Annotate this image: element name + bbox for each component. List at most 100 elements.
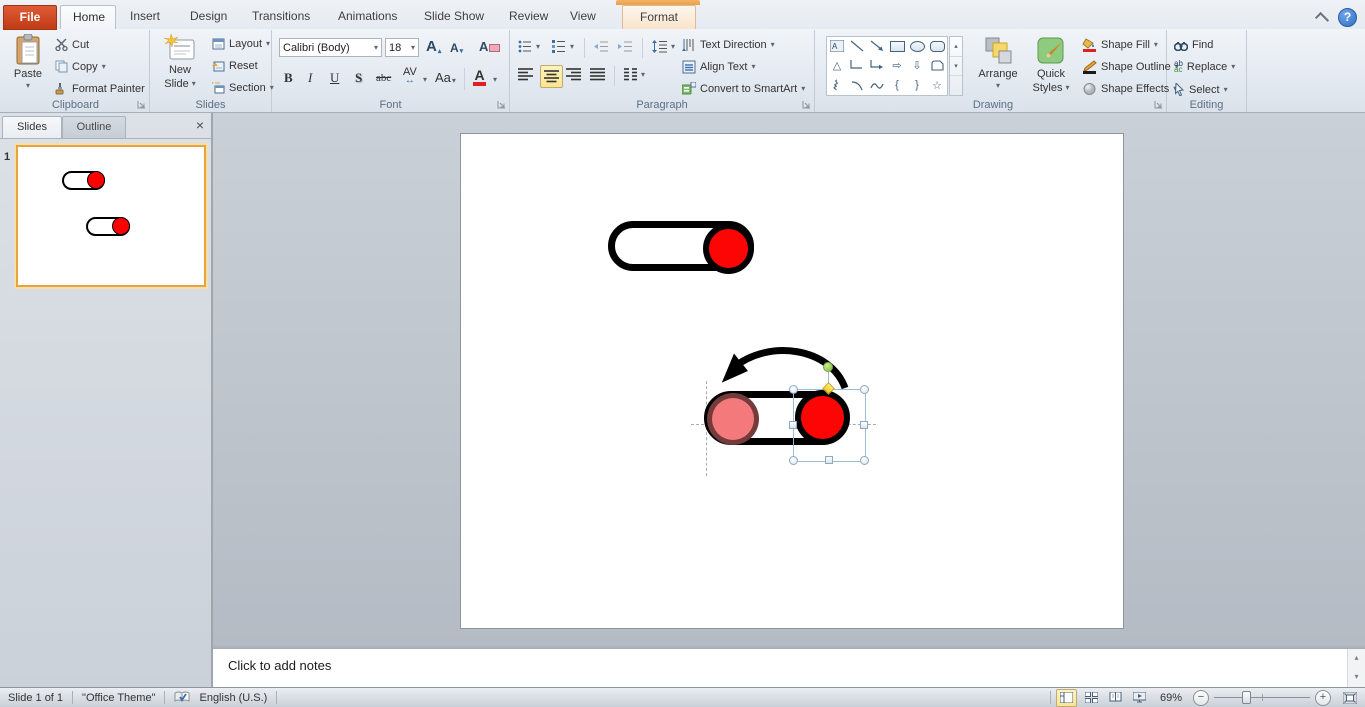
tab-slide-show[interactable]: Slide Show [412,5,496,28]
clipboard-dialog-launcher-icon[interactable] [136,99,147,110]
convert-smartart-button[interactable]: Convert to SmartArt ▾ [682,82,805,96]
zoom-slider-track[interactable] [1214,691,1310,704]
tab-home[interactable]: Home [60,5,116,29]
columns-button[interactable]: ▾ [623,68,645,81]
slide-thumbnail[interactable] [16,145,206,287]
close-panel-icon[interactable]: × [196,116,204,134]
shape-elbow-arrow-connector[interactable] [867,56,887,76]
copy-dropdown-icon[interactable]: ▾ [102,62,106,71]
shape-effects-button[interactable]: Shape Effects ▾ [1082,82,1177,96]
italic-button[interactable]: I [308,70,312,86]
zoom-in-icon[interactable]: + [1315,689,1331,706]
replace-dropdown-icon[interactable]: ▾ [1231,63,1235,71]
selection-handle-mid-right[interactable] [860,421,868,429]
selection-handle-mid-left[interactable] [789,421,797,429]
numbering-dropdown-icon[interactable]: ▾ [570,42,574,51]
format-painter-button[interactable]: Format Painter [55,82,145,95]
selection-handle-bottom-right[interactable] [860,456,869,465]
paragraph-dialog-launcher-icon[interactable] [801,99,812,110]
shape-down-arrow[interactable]: ⇩ [907,56,927,76]
shape-gallery-scroll-up-icon[interactable]: ▴ [950,37,962,57]
align-left-button[interactable] [518,68,533,81]
selection-handle-top-right[interactable] [860,385,869,394]
strikethrough-button[interactable]: abc [376,72,391,84]
layout-dropdown-icon[interactable]: ▾ [266,40,270,48]
notes-scroll-down-icon[interactable]: ▾ [1348,668,1365,687]
notes-placeholder[interactable]: Click to add notes [228,658,331,673]
shape-triangle[interactable]: △ [827,56,847,76]
clear-formatting-button[interactable]: A [479,39,501,54]
minimize-ribbon-icon[interactable] [1314,11,1330,27]
tab-file[interactable]: File [3,5,57,30]
slides-tab[interactable]: Slides [2,116,62,138]
slide-counter[interactable]: Slide 1 of 1 [8,692,63,704]
shape-textbox[interactable]: A [827,37,847,56]
notes-pane[interactable]: Click to add notes ▴ ▾ [213,648,1365,687]
rotation-handle[interactable] [823,362,833,372]
tab-animations[interactable]: Animations [326,5,409,28]
text-shadow-button[interactable]: S [355,70,362,86]
help-icon[interactable]: ? [1338,8,1357,27]
paste-dropdown-icon[interactable]: ▾ [26,82,30,90]
line-spacing-dropdown-icon[interactable]: ▾ [671,42,675,51]
tab-transitions[interactable]: Transitions [240,5,322,28]
theme-name[interactable]: "Office Theme" [82,692,155,704]
font-name-combo[interactable]: Calibri (Body) ▾ [279,38,382,57]
shape-gallery-scroll-down-icon[interactable]: ▾ [950,57,962,77]
shape-star[interactable]: ☆ [927,75,947,95]
fit-to-window-icon[interactable] [1340,690,1359,706]
shape-left-brace[interactable]: { [887,75,907,95]
layout-button[interactable]: Layout ▾ [212,38,270,50]
shape-oval[interactable] [907,37,927,56]
font-dialog-launcher-icon[interactable] [496,99,507,110]
toggle-shape-2-knob-faded[interactable] [707,393,759,445]
font-color-button[interactable]: A [473,68,486,86]
shape-rounded-rectangle[interactable] [927,37,947,56]
language-indicator[interactable]: English (U.S.) [199,692,267,704]
change-case-dropdown-icon[interactable]: ▾ [452,77,456,85]
shape-gallery-more-icon[interactable] [950,76,962,95]
bullets-button[interactable]: ▾ [518,40,540,53]
shape-fill-button[interactable]: Shape Fill ▾ [1082,38,1158,52]
shape-right-brace[interactable]: } [907,75,927,95]
shrink-font-button[interactable]: A ▾ [450,41,463,55]
tab-insert[interactable]: Insert [118,5,172,28]
numbering-button[interactable]: ▾ [552,40,574,53]
slide-canvas[interactable] [460,133,1124,629]
quick-styles-dropdown-icon[interactable]: ▾ [1065,84,1069,92]
change-case-button[interactable]: Aa ▾ [435,70,456,85]
font-name-dropdown-icon[interactable]: ▾ [374,43,378,52]
align-center-button[interactable] [540,65,563,88]
font-color-dropdown-icon[interactable]: ▾ [493,76,497,84]
increase-indent-button[interactable] [618,40,632,53]
character-spacing-dropdown-icon[interactable]: ▾ [423,76,427,84]
zoom-out-icon[interactable]: − [1193,689,1209,706]
arrange-button[interactable]: Arrange ▾ [972,36,1024,90]
zoom-slider-thumb[interactable] [1242,691,1251,704]
reading-view-button[interactable] [1106,690,1125,706]
toggle-shape-1-knob[interactable] [703,223,754,274]
copy-button[interactable]: Copy ▾ [55,60,106,73]
select-dropdown-icon[interactable]: ▾ [1224,85,1228,94]
font-size-combo[interactable]: 18 ▾ [385,38,419,57]
tab-review[interactable]: Review [497,5,560,28]
section-button[interactable]: Section ▾ [212,82,274,94]
align-text-dropdown-icon[interactable]: ▾ [752,63,756,71]
shape-snip-rectangle[interactable] [927,56,947,76]
font-size-dropdown-icon[interactable]: ▾ [411,43,415,52]
arrange-dropdown-icon[interactable]: ▾ [996,82,1000,90]
align-right-button[interactable] [566,68,581,81]
tab-format[interactable]: Format [622,5,696,29]
underline-button[interactable]: U [330,70,339,86]
cut-button[interactable]: Cut [55,38,89,51]
grow-font-button[interactable]: A ▴ [426,38,441,55]
new-slide-button[interactable]: New Slide ▾ [155,34,205,90]
drawing-dialog-launcher-icon[interactable] [1153,99,1164,110]
shape-outline-button[interactable]: Shape Outline ▾ [1082,60,1179,74]
paste-button[interactable]: Paste ▾ [6,34,50,90]
columns-dropdown-icon[interactable]: ▾ [641,70,645,79]
shape-elbow-connector[interactable] [847,56,867,76]
character-spacing-button[interactable]: AV ↔ [403,67,417,86]
new-slide-dropdown-icon[interactable]: ▾ [192,80,196,88]
align-text-button[interactable]: Align Text ▾ [682,60,756,74]
